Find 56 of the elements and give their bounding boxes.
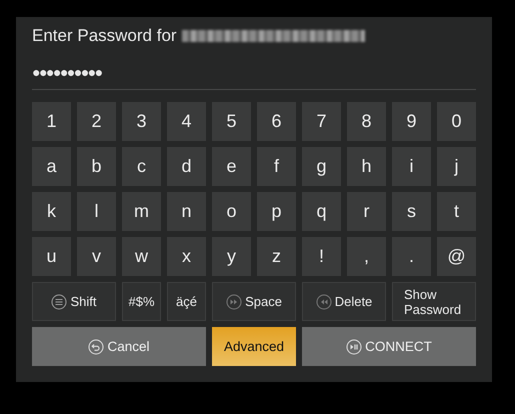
key[interactable]: 8 xyxy=(347,102,386,141)
key[interactable]: i xyxy=(392,147,431,186)
key[interactable]: p xyxy=(257,192,296,231)
key[interactable]: 3 xyxy=(122,102,161,141)
rewind-icon xyxy=(316,294,332,310)
key[interactable]: 4 xyxy=(167,102,206,141)
key[interactable]: 1 xyxy=(32,102,71,141)
key[interactable]: v xyxy=(77,237,116,276)
key[interactable]: z xyxy=(257,237,296,276)
key[interactable]: r xyxy=(347,192,386,231)
key[interactable]: a xyxy=(32,147,71,186)
action-button[interactable]: Cancel xyxy=(32,327,206,366)
key[interactable]: x xyxy=(167,237,206,276)
key[interactable]: e xyxy=(212,147,251,186)
key[interactable]: d xyxy=(167,147,206,186)
key[interactable]: l xyxy=(77,192,116,231)
key[interactable]: äçé xyxy=(167,282,206,321)
key[interactable]: Show Password xyxy=(392,282,476,321)
key[interactable]: j xyxy=(437,147,476,186)
back-icon xyxy=(88,338,104,354)
key[interactable]: 0 xyxy=(437,102,476,141)
key[interactable]: g xyxy=(302,147,341,186)
key[interactable]: s xyxy=(392,192,431,231)
key[interactable]: b xyxy=(77,147,116,186)
key[interactable]: 6 xyxy=(257,102,296,141)
key[interactable]: @ xyxy=(437,237,476,276)
key[interactable]: c xyxy=(122,147,161,186)
play-pause-icon xyxy=(346,338,362,354)
key[interactable]: w xyxy=(122,237,161,276)
action-button[interactable]: CONNECT xyxy=(302,327,476,366)
key[interactable]: 5 xyxy=(212,102,251,141)
fast-forward-icon xyxy=(226,294,242,310)
key[interactable]: #$% xyxy=(122,282,161,321)
key[interactable]: m xyxy=(122,192,161,231)
key[interactable]: Delete xyxy=(302,282,386,321)
password-field[interactable]: ●●●●●●●●●● xyxy=(32,64,102,80)
action-button[interactable]: Advanced xyxy=(212,327,296,366)
key[interactable]: 9 xyxy=(392,102,431,141)
key[interactable]: t xyxy=(437,192,476,231)
key[interactable]: . xyxy=(392,237,431,276)
key[interactable]: u xyxy=(32,237,71,276)
key[interactable]: k xyxy=(32,192,71,231)
dialog-title: Enter Password for xyxy=(32,26,177,46)
key[interactable]: 7 xyxy=(302,102,341,141)
key[interactable]: , xyxy=(347,237,386,276)
key[interactable]: o xyxy=(212,192,251,231)
key[interactable]: q xyxy=(302,192,341,231)
key[interactable]: h xyxy=(347,147,386,186)
key[interactable]: n xyxy=(167,192,206,231)
key[interactable]: ! xyxy=(302,237,341,276)
key[interactable]: 2 xyxy=(77,102,116,141)
key[interactable]: Shift xyxy=(32,282,116,321)
key[interactable]: y xyxy=(212,237,251,276)
key[interactable]: f xyxy=(257,147,296,186)
menu-icon xyxy=(51,294,68,310)
key[interactable]: Space xyxy=(212,282,296,321)
